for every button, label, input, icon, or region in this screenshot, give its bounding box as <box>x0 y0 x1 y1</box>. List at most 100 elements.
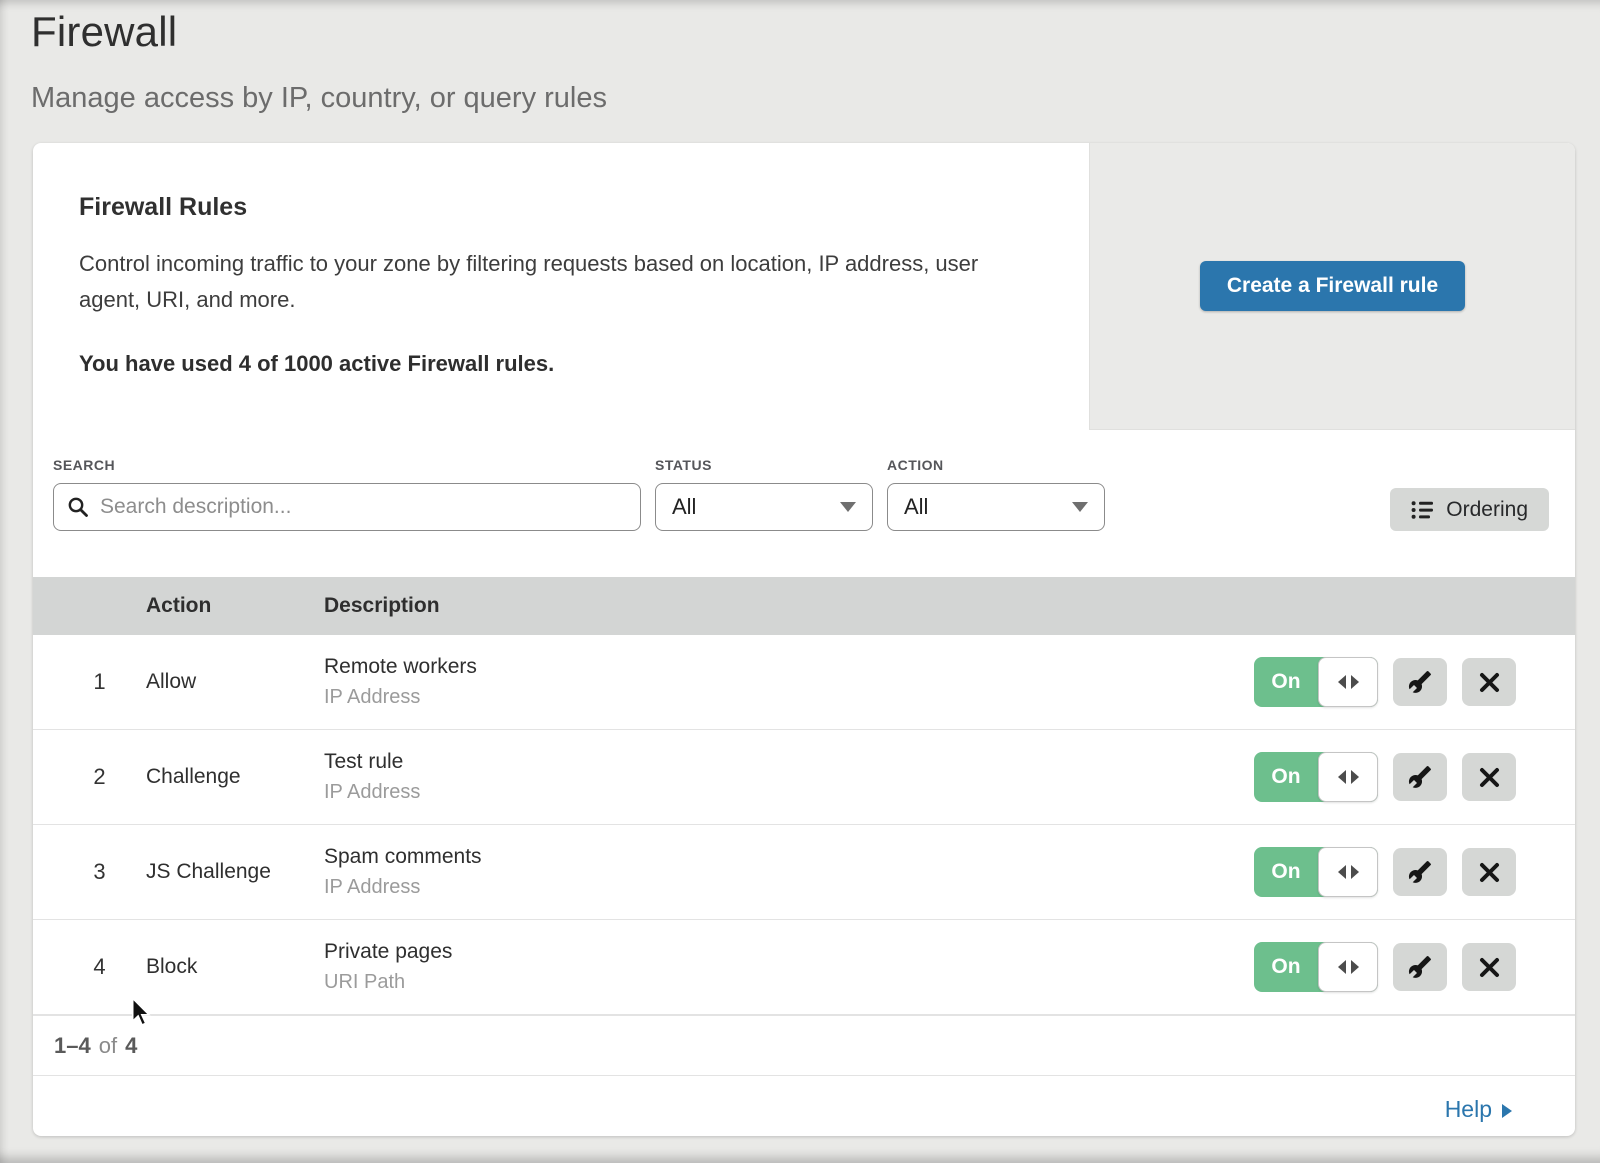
status-select[interactable]: All <box>655 483 873 531</box>
rule-enabled-toggle[interactable]: On <box>1254 942 1378 992</box>
rule-priority-number: 3 <box>33 859 146 885</box>
rule-description-title: Remote workers <box>324 655 1254 679</box>
status-label: STATUS <box>655 457 873 473</box>
page-subtitle: Manage access by IP, country, or query r… <box>31 82 607 115</box>
create-rule-panel: Create a Firewall rule <box>1089 143 1575 430</box>
rule-match-type: URI Path <box>324 971 1254 994</box>
drag-left-icon <box>1338 960 1346 974</box>
rule-priority-number: 2 <box>33 764 146 790</box>
toggle-handle[interactable] <box>1318 752 1378 802</box>
intro-text-block: Firewall Rules Control incoming traffic … <box>33 143 1089 430</box>
drag-right-icon <box>1351 770 1359 784</box>
close-icon <box>1479 672 1500 693</box>
rule-description-title: Test rule <box>324 750 1254 774</box>
drag-left-icon <box>1338 770 1346 784</box>
delete-rule-button[interactable] <box>1462 848 1516 896</box>
toggle-handle[interactable] <box>1318 657 1378 707</box>
table-row: 4 Block Private pages URI Path On <box>33 920 1575 1015</box>
rule-controls: On <box>1254 657 1516 707</box>
action-filter-group: ACTION All <box>887 457 1105 531</box>
rule-action-value: Challenge <box>146 765 324 789</box>
status-selected-value: All <box>672 494 696 520</box>
create-firewall-rule-button[interactable]: Create a Firewall rule <box>1200 261 1465 311</box>
rule-description-cell: Private pages URI Path <box>324 940 1254 994</box>
pagination-range: 1–4 <box>54 1033 91 1059</box>
rule-description-cell: Spam comments IP Address <box>324 845 1254 899</box>
toggle-on-label: On <box>1254 752 1318 802</box>
action-select[interactable]: All <box>887 483 1105 531</box>
section-heading: Firewall Rules <box>79 193 1029 222</box>
rule-action-value: Block <box>146 955 324 979</box>
help-section: Help <box>33 1075 1575 1136</box>
pagination-total: 4 <box>125 1033 137 1059</box>
ordering-button[interactable]: Ordering <box>1390 488 1549 531</box>
search-input[interactable] <box>53 483 641 531</box>
pagination: 1–4 of 4 <box>33 1015 1575 1075</box>
action-label: ACTION <box>887 457 1105 473</box>
chevron-down-icon <box>840 502 856 512</box>
help-link-label: Help <box>1445 1096 1492 1123</box>
drag-left-icon <box>1338 865 1346 879</box>
delete-rule-button[interactable] <box>1462 658 1516 706</box>
rule-priority-number: 4 <box>33 954 146 980</box>
toggle-on-label: On <box>1254 657 1318 707</box>
close-icon <box>1479 862 1500 883</box>
edit-rule-button[interactable] <box>1393 753 1447 801</box>
rule-enabled-toggle[interactable]: On <box>1254 657 1378 707</box>
chevron-right-icon <box>1502 1104 1512 1118</box>
rule-action-value: Allow <box>146 670 324 694</box>
rule-description-title: Spam comments <box>324 845 1254 869</box>
rule-controls: On <box>1254 942 1516 992</box>
delete-rule-button[interactable] <box>1462 943 1516 991</box>
status-filter-group: STATUS All <box>655 457 873 531</box>
toggle-on-label: On <box>1254 942 1318 992</box>
search-filter-group: SEARCH <box>53 457 641 531</box>
rule-match-type: IP Address <box>324 686 1254 709</box>
rule-enabled-toggle[interactable]: On <box>1254 752 1378 802</box>
column-header-action: Action <box>146 594 324 618</box>
rule-description-cell: Test rule IP Address <box>324 750 1254 804</box>
toggle-handle[interactable] <box>1318 847 1378 897</box>
edit-rule-button[interactable] <box>1393 658 1447 706</box>
toggle-handle[interactable] <box>1318 942 1378 992</box>
toggle-on-label: On <box>1254 847 1318 897</box>
drag-right-icon <box>1351 960 1359 974</box>
drag-right-icon <box>1351 675 1359 689</box>
wrench-icon <box>1408 765 1432 789</box>
chevron-down-icon <box>1072 502 1088 512</box>
rule-priority-number: 1 <box>33 669 146 695</box>
rule-match-type: IP Address <box>324 781 1254 804</box>
intro-section: Firewall Rules Control incoming traffic … <box>33 143 1575 430</box>
rule-match-type: IP Address <box>324 876 1254 899</box>
table-row: 1 Allow Remote workers IP Address On <box>33 635 1575 730</box>
rule-action-value: JS Challenge <box>146 860 324 884</box>
filter-bar: SEARCH STATUS All ACTION All <box>33 430 1575 577</box>
page-header: Firewall Manage access by IP, country, o… <box>31 8 607 115</box>
drag-right-icon <box>1351 865 1359 879</box>
rules-list: 1 Allow Remote workers IP Address On <box>33 635 1575 1015</box>
wrench-icon <box>1408 955 1432 979</box>
firewall-rules-card: Firewall Rules Control incoming traffic … <box>33 143 1575 1136</box>
wrench-icon <box>1408 670 1432 694</box>
search-box <box>53 483 641 531</box>
help-link[interactable]: Help <box>1445 1096 1512 1123</box>
search-label: SEARCH <box>53 457 641 473</box>
table-row: 2 Challenge Test rule IP Address On <box>33 730 1575 825</box>
close-icon <box>1479 767 1500 788</box>
rule-description-title: Private pages <box>324 940 1254 964</box>
close-icon <box>1479 957 1500 978</box>
edit-rule-button[interactable] <box>1393 943 1447 991</box>
edit-rule-button[interactable] <box>1393 848 1447 896</box>
table-row: 3 JS Challenge Spam comments IP Address … <box>33 825 1575 920</box>
wrench-icon <box>1408 860 1432 884</box>
rule-controls: On <box>1254 752 1516 802</box>
action-selected-value: All <box>904 494 928 520</box>
page-title: Firewall <box>31 8 607 56</box>
delete-rule-button[interactable] <box>1462 753 1516 801</box>
rule-enabled-toggle[interactable]: On <box>1254 847 1378 897</box>
drag-left-icon <box>1338 675 1346 689</box>
table-header-row: Action Description <box>33 577 1575 635</box>
rule-controls: On <box>1254 847 1516 897</box>
search-icon <box>67 496 89 518</box>
ordering-button-label: Ordering <box>1446 498 1528 522</box>
